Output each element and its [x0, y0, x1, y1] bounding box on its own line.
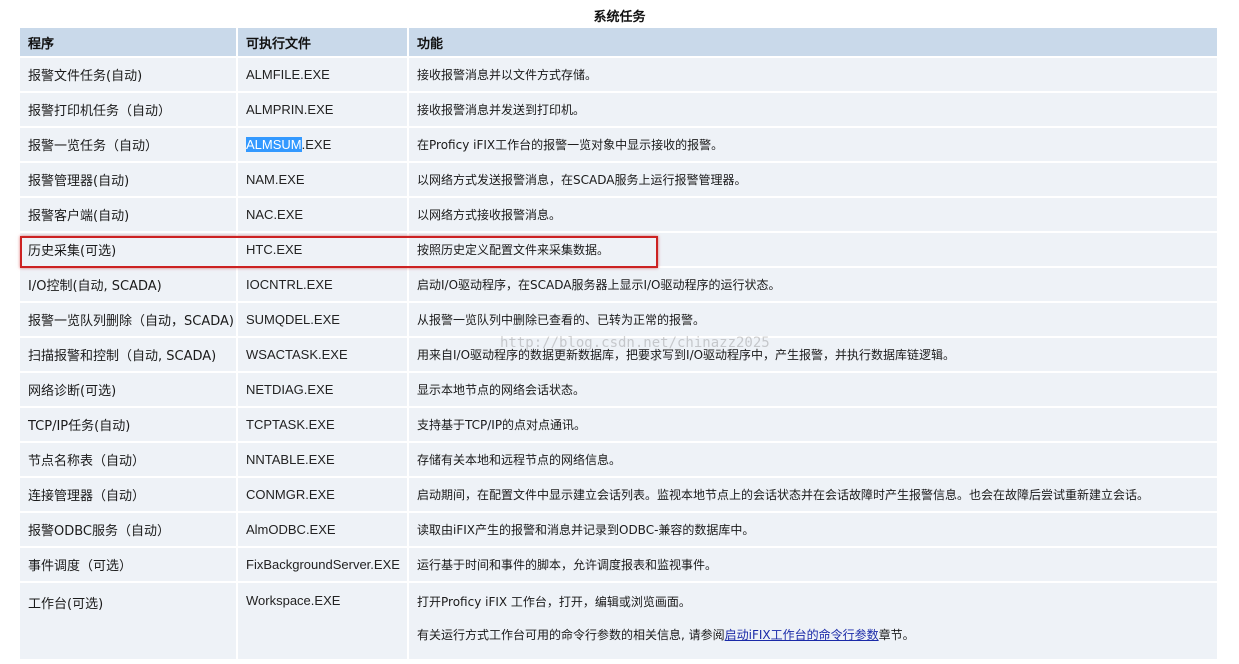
function-cell: 启动I/O驱动程序，在SCADA服务器上显示I/O驱动程序的运行状态。: [409, 268, 1217, 301]
table-row: 报警打印机任务（自动） ALMPRIN.EXE 接收报警消息并发送到打印机。: [20, 93, 1217, 126]
function-cell: 存储有关本地和远程节点的网络信息。: [409, 443, 1217, 476]
executable-cell: Workspace.EXE: [238, 583, 407, 659]
program-cell: 事件调度（可选）: [20, 548, 236, 581]
executable-cell: CONMGR.EXE: [238, 478, 407, 511]
program-cell: 报警一览任务（自动）: [20, 128, 236, 161]
table-row: 报警ODBC服务（自动） AlmODBC.EXE 读取由iFIX产生的报警和消息…: [20, 513, 1217, 546]
executable-suffix: .EXE: [301, 137, 332, 152]
function-line: 打开Proficy iFIX 工作台，打开，编辑或浏览画面。: [417, 595, 691, 609]
function-cell: 在Proficy iFIX工作台的报警一览对象中显示接收的报警。: [409, 128, 1217, 161]
table-caption: 系统任务: [593, 10, 646, 25]
watermark: http://blog.csdn.net/chinazz2025: [500, 335, 770, 351]
program-cell: 报警ODBC服务（自动）: [20, 513, 236, 546]
function-cell: 从报警一览队列中删除已查看的、已转为正常的报警。: [409, 303, 1217, 336]
executable-cell: NETDIAG.EXE: [238, 373, 407, 406]
function-cell: 显示本地节点的网络会话状态。: [409, 373, 1217, 406]
executable-cell: ALMSUM.EXE: [238, 128, 407, 161]
table-row: 报警管理器(自动) NAM.EXE 以网络方式发送报警消息，在SCADA服务上运…: [20, 163, 1217, 196]
executable-cell: NAM.EXE: [238, 163, 407, 196]
program-cell: 网络诊断(可选): [20, 373, 236, 406]
function-cell: 启动期间，在配置文件中显示建立会话列表。监视本地节点上的会话状态并在会话故障时产…: [409, 478, 1217, 511]
table-row: 节点名称表（自动） NNTABLE.EXE 存储有关本地和远程节点的网络信息。: [20, 443, 1217, 476]
table-row: 报警文件任务(自动) ALMFILE.EXE 接收报警消息并以文件方式存储。: [20, 58, 1217, 91]
program-cell: 历史采集(可选): [20, 233, 236, 266]
executable-cell: HTC.EXE: [238, 233, 407, 266]
table-row: 网络诊断(可选) NETDIAG.EXE 显示本地节点的网络会话状态。: [20, 373, 1217, 406]
note-suffix: 章节。: [878, 628, 915, 642]
function-cell: 按照历史定义配置文件来采集数据。: [409, 233, 1217, 266]
function-cell: 读取由iFIX产生的报警和消息并记录到ODBC-兼容的数据库中。: [409, 513, 1217, 546]
header-function: 功能: [409, 28, 1217, 56]
function-cell: 支持基于TCP/IP的点对点通讯。: [409, 408, 1217, 441]
command-line-params-link[interactable]: 启动iFIX工作台的命令行参数: [725, 628, 879, 642]
program-cell: TCP/IP任务(自动): [20, 408, 236, 441]
table-row: 报警一览任务（自动） ALMSUM.EXE 在Proficy iFIX工作台的报…: [20, 128, 1217, 161]
function-cell: 以网络方式发送报警消息，在SCADA服务上运行报警管理器。: [409, 163, 1217, 196]
program-cell: 报警客户端(自动): [20, 198, 236, 231]
selected-text: ALMSUM: [246, 137, 302, 152]
executable-cell: ALMFILE.EXE: [238, 58, 407, 91]
table-row: 事件调度（可选） FixBackgroundServer.EXE 运行基于时间和…: [20, 548, 1217, 581]
table-row: 连接管理器（自动） CONMGR.EXE 启动期间，在配置文件中显示建立会话列表…: [20, 478, 1217, 511]
executable-cell: NNTABLE.EXE: [238, 443, 407, 476]
function-cell: 运行基于时间和事件的脚本，允许调度报表和监视事件。: [409, 548, 1217, 581]
table-row: 报警客户端(自动) NAC.EXE 以网络方式接收报警消息。: [20, 198, 1217, 231]
executable-cell: NAC.EXE: [238, 198, 407, 231]
table-row-highlighted: 历史采集(可选) HTC.EXE 按照历史定义配置文件来采集数据。: [20, 233, 1217, 266]
table-header-row: 程序 可执行文件 功能: [20, 28, 1217, 56]
program-cell: I/O控制(自动, SCADA): [20, 268, 236, 301]
program-cell: 报警管理器(自动): [20, 163, 236, 196]
function-line-note: 有关运行方式工作台可用的命令行参数的相关信息, 请参阅启动iFIX工作台的命令行…: [417, 626, 1209, 643]
note-prefix: 有关运行方式工作台可用的命令行参数的相关信息, 请参阅: [417, 628, 725, 642]
executable-cell: SUMQDEL.EXE: [238, 303, 407, 336]
executable-cell: FixBackgroundServer.EXE: [238, 548, 407, 581]
program-cell: 节点名称表（自动）: [20, 443, 236, 476]
program-cell: 连接管理器（自动）: [20, 478, 236, 511]
executable-cell: TCPTASK.EXE: [238, 408, 407, 441]
program-cell: 工作台(可选): [20, 583, 236, 659]
function-cell: 以网络方式接收报警消息。: [409, 198, 1217, 231]
table-row: 工作台(可选) Workspace.EXE 打开Proficy iFIX 工作台…: [20, 583, 1217, 659]
program-cell: 报警文件任务(自动): [20, 58, 236, 91]
program-cell: 报警一览队列删除（自动，SCADA): [20, 303, 236, 336]
executable-cell: AlmODBC.EXE: [238, 513, 407, 546]
program-cell: 扫描报警和控制（自动, SCADA): [20, 338, 236, 371]
function-cell: 接收报警消息并以文件方式存储。: [409, 58, 1217, 91]
executable-cell: IOCNTRL.EXE: [238, 268, 407, 301]
function-cell: 打开Proficy iFIX 工作台，打开，编辑或浏览画面。 有关运行方式工作台…: [409, 583, 1217, 659]
executable-cell: WSACTASK.EXE: [238, 338, 407, 371]
function-cell: 接收报警消息并发送到打印机。: [409, 93, 1217, 126]
table-row: I/O控制(自动, SCADA) IOCNTRL.EXE 启动I/O驱动程序，在…: [20, 268, 1217, 301]
header-program: 程序: [20, 28, 236, 56]
table-row: TCP/IP任务(自动) TCPTASK.EXE 支持基于TCP/IP的点对点通…: [20, 408, 1217, 441]
program-cell: 报警打印机任务（自动）: [20, 93, 236, 126]
executable-cell: ALMPRIN.EXE: [238, 93, 407, 126]
header-executable: 可执行文件: [238, 28, 407, 56]
table-row: 报警一览队列删除（自动，SCADA) SUMQDEL.EXE 从报警一览队列中删…: [20, 303, 1217, 336]
